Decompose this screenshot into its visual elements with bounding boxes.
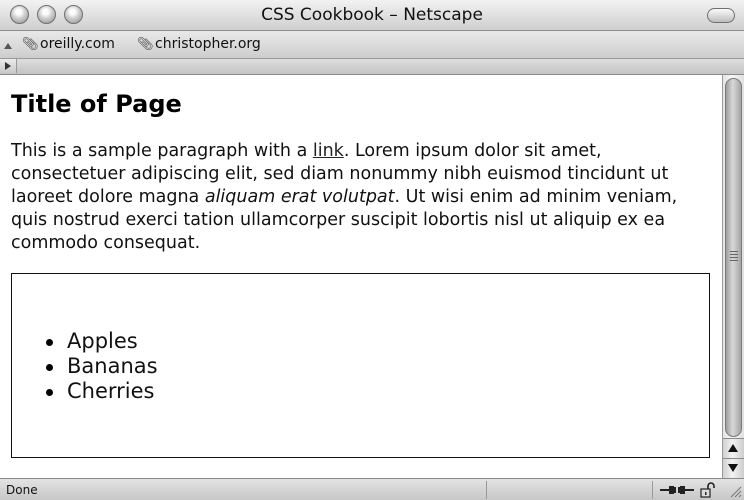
grip-line <box>730 251 738 252</box>
unlocked-padlock-icon[interactable] <box>700 482 716 498</box>
page-title: Title of Page <box>11 90 182 118</box>
window-title: CSS Cookbook – Netscape <box>261 5 483 25</box>
connection-icon[interactable] <box>660 485 694 495</box>
sample-link[interactable]: link <box>313 141 344 161</box>
list-item: Cherries <box>46 379 158 404</box>
scroll-up-button[interactable] <box>723 438 744 458</box>
bookmark-label: christopher.org <box>155 36 261 52</box>
status-text: Done <box>6 483 38 497</box>
bookmark-icon: 📎︎ <box>137 37 154 52</box>
sample-paragraph: This is a sample paragraph with a link. … <box>11 140 711 255</box>
expand-toolbar-button[interactable] <box>0 59 17 73</box>
collapsed-toolbar <box>0 59 744 75</box>
status-divider <box>486 481 487 499</box>
page-content: Title of Page This is a sample paragraph… <box>0 75 722 478</box>
title-bar: CSS Cookbook – Netscape <box>0 0 744 31</box>
vertical-scrollbar[interactable] <box>722 75 744 478</box>
grip-line <box>730 260 738 261</box>
fruit-list: Apples Bananas Cherries <box>46 329 158 404</box>
grip-line <box>730 254 738 255</box>
bookmark-label: oreilly.com <box>40 36 115 52</box>
bookmarks-collapse-icon[interactable] <box>4 43 12 49</box>
status-divider <box>652 481 653 499</box>
paragraph-emphasis: aliquam erat volutpat <box>204 187 395 207</box>
list-item: Apples <box>46 329 158 354</box>
arrow-down-icon <box>728 464 738 472</box>
list-item: Bananas <box>46 354 158 379</box>
bookmarks-toolbar: 📎︎oreilly.com 📎︎christopher.org <box>0 31 744 59</box>
grip-line <box>730 257 738 258</box>
toolbar-toggle-button[interactable] <box>707 8 735 23</box>
resize-grip-icon[interactable] <box>728 484 742 498</box>
bookmark-oreilly[interactable]: 📎︎oreilly.com <box>22 36 115 52</box>
status-bar: Done <box>0 478 744 500</box>
expand-arrow-icon <box>5 62 11 70</box>
bookmark-icon: 📎︎ <box>22 37 39 52</box>
bookmark-christopher[interactable]: 📎︎christopher.org <box>137 36 261 52</box>
arrow-up-icon <box>728 444 738 452</box>
fruit-list-box: Apples Bananas Cherries <box>11 273 710 458</box>
scroll-down-button[interactable] <box>723 458 744 478</box>
browser-window: CSS Cookbook – Netscape 📎︎oreilly.com 📎︎… <box>0 0 744 500</box>
paragraph-text: This is a sample paragraph with a <box>11 141 313 161</box>
scrollbar-thumb[interactable] <box>725 78 742 437</box>
